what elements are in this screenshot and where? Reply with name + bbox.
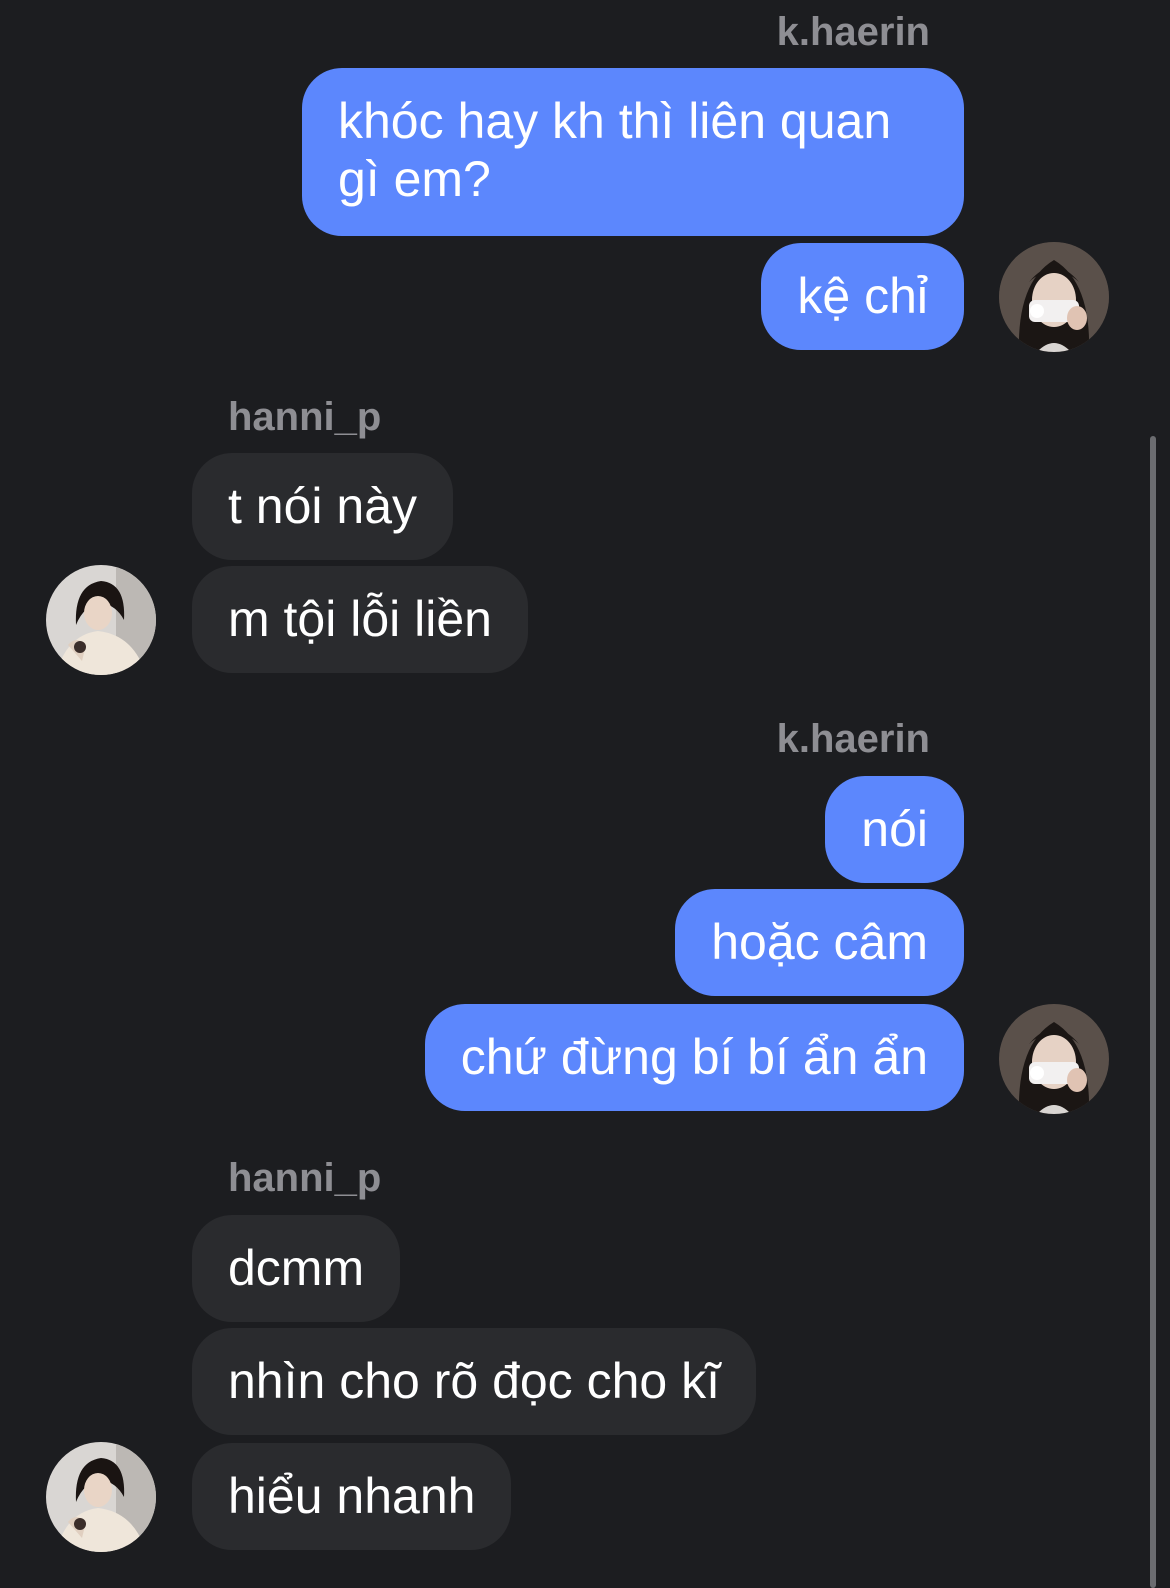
avatar-photo-haerin	[999, 1004, 1109, 1114]
message-bubble-incoming[interactable]: t nói này	[192, 453, 454, 560]
message-bubble-incoming[interactable]: hiểu nhanh	[192, 1443, 512, 1550]
hanni-avatar[interactable]	[46, 565, 156, 675]
scrollbar[interactable]	[1150, 436, 1156, 1588]
sender-name: hanni_p	[228, 1156, 382, 1200]
message-bubble-outgoing[interactable]: kệ chỉ	[761, 243, 964, 350]
sender-name: k.haerin	[776, 10, 930, 54]
message-bubble-outgoing[interactable]: hoặc câm	[675, 889, 964, 996]
message-bubble-outgoing[interactable]: chứ đừng bí bí ẩn ẩn	[424, 1004, 964, 1111]
hanni-avatar[interactable]	[46, 1442, 156, 1552]
message-bubble-outgoing[interactable]: khóc hay kh thì liên quan gì em?	[302, 68, 964, 236]
avatar-photo-hanni	[46, 1442, 156, 1552]
message-bubble-incoming[interactable]: dcmm	[192, 1215, 401, 1322]
haerin-avatar[interactable]	[999, 242, 1109, 352]
avatar-photo-hanni	[46, 565, 156, 675]
message-bubble-outgoing[interactable]: nói	[825, 776, 964, 883]
sender-name: hanni_p	[228, 395, 382, 439]
sender-name: k.haerin	[776, 717, 930, 761]
chat-thread[interactable]: k.haerin khóc hay kh thì liên quan gì em…	[0, 0, 1170, 1588]
message-bubble-incoming[interactable]: nhìn cho rõ đọc cho kĩ	[192, 1328, 756, 1435]
message-bubble-incoming[interactable]: m tội lỗi liền	[192, 566, 528, 673]
avatar-photo-haerin	[999, 242, 1109, 352]
haerin-avatar[interactable]	[999, 1004, 1109, 1114]
